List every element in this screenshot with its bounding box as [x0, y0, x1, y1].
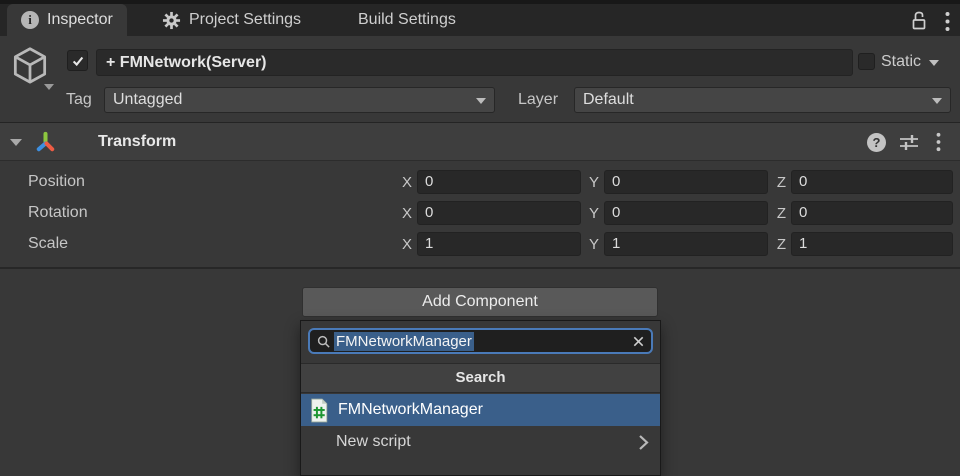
position-z-field[interactable]: 0: [791, 170, 953, 194]
axis-y-label: Y: [587, 205, 599, 222]
tag-label: Tag: [66, 91, 92, 109]
component-search-input[interactable]: FMNetworkManager: [308, 328, 653, 354]
gameobject-name-field[interactable]: + FMNetwork(Server): [96, 49, 853, 76]
tab-project-settings-label: Project Settings: [189, 11, 301, 29]
transform-icon: [34, 131, 57, 154]
search-text-selected: FMNetworkManager: [334, 332, 474, 351]
rotation-y-field[interactable]: 0: [604, 201, 768, 225]
axis-z-label: Z: [774, 205, 786, 222]
kebab-menu-icon[interactable]: [945, 11, 950, 32]
axis-z-label: Z: [774, 236, 786, 253]
active-checkbox[interactable]: [67, 50, 88, 71]
scale-z-field[interactable]: 1: [791, 232, 953, 256]
axis-x-label: X: [400, 236, 412, 253]
clear-search-icon[interactable]: [632, 335, 645, 348]
layer-dropdown[interactable]: Default: [574, 87, 951, 113]
tab-project-settings[interactable]: Project Settings: [148, 4, 315, 36]
rotation-label: Rotation: [28, 204, 88, 222]
scale-label: Scale: [28, 235, 68, 253]
icon-picker-arrow[interactable]: [44, 84, 54, 90]
axis-z-label: Z: [774, 174, 786, 191]
scale-x-field[interactable]: 1: [417, 232, 581, 256]
rotation-x-field[interactable]: 0: [417, 201, 581, 225]
transform-body: Position X 0 Y 0 Z 0 Rotation X 0 Y 0 Z …: [0, 162, 960, 267]
position-x-field[interactable]: 0: [417, 170, 581, 194]
gameobject-header: + FMNetwork(Server) Static Tag Untagged …: [0, 36, 960, 122]
transform-header[interactable]: Transform ?: [0, 122, 960, 161]
search-result-label: FMNetworkManager: [338, 401, 483, 419]
gameobject-cube-icon[interactable]: [8, 44, 56, 92]
add-component-button[interactable]: Add Component: [302, 287, 658, 317]
search-result-fmnetworkmanager[interactable]: FMNetworkManager: [301, 394, 660, 426]
layer-dropdown-arrow: [932, 98, 942, 104]
axis-x-label: X: [400, 174, 412, 191]
info-icon: i: [21, 11, 39, 29]
checkmark-icon: [71, 54, 85, 68]
tag-value: Untagged: [113, 91, 182, 108]
gear-icon: [162, 11, 181, 30]
static-checkbox[interactable]: [858, 53, 875, 70]
static-label: Static: [881, 53, 921, 71]
lock-icon[interactable]: [909, 10, 929, 32]
layer-value: Default: [583, 91, 634, 108]
foldout-arrow-icon[interactable]: [10, 139, 22, 146]
search-icon: [316, 334, 331, 349]
tab-bar: i Inspector Project Settings Build: [0, 0, 960, 36]
search-section-header: Search: [301, 363, 660, 393]
position-label: Position: [28, 173, 85, 191]
layer-label: Layer: [518, 91, 558, 109]
tab-inspector-label: Inspector: [47, 11, 113, 29]
tag-dropdown[interactable]: Untagged: [104, 87, 495, 113]
tab-build-settings-label: Build Settings: [358, 11, 456, 29]
rotation-z-field[interactable]: 0: [791, 201, 953, 225]
presets-icon[interactable]: [899, 133, 919, 152]
csharp-script-icon: [308, 398, 330, 423]
section-divider: [0, 267, 960, 269]
new-script-item[interactable]: New script: [301, 426, 660, 458]
help-icon[interactable]: ?: [867, 133, 886, 152]
tag-dropdown-arrow: [476, 98, 486, 104]
axis-x-label: X: [400, 205, 412, 222]
axis-y-label: Y: [587, 174, 599, 191]
transform-title: Transform: [98, 133, 176, 151]
add-component-popup: FMNetworkManager Search: [300, 320, 661, 476]
chevron-right-icon: [637, 433, 650, 452]
position-y-field[interactable]: 0: [604, 170, 768, 194]
component-menu-icon[interactable]: [936, 132, 941, 152]
static-dropdown-arrow[interactable]: [929, 60, 939, 66]
unity-inspector-window: i Inspector Project Settings Build: [0, 0, 960, 476]
tab-build-settings[interactable]: Build Settings: [344, 4, 470, 36]
new-script-label: New script: [336, 433, 411, 451]
axis-y-label: Y: [587, 236, 599, 253]
scale-y-field[interactable]: 1: [604, 232, 768, 256]
tab-inspector[interactable]: i Inspector: [7, 4, 127, 36]
